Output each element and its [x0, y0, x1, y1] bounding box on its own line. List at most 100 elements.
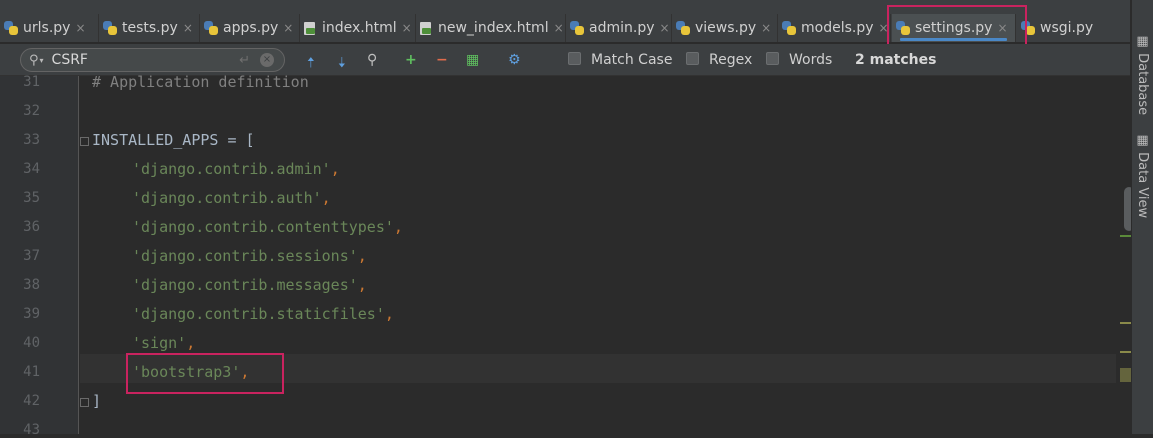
- find-bar: ⚲ ▾ CSRF ↵ × 🠡 🠣 ⚲ + − ▦ ⚙ Match Case Re…: [0, 44, 1130, 76]
- tab-admin-py[interactable]: admin.py ×: [566, 14, 672, 42]
- tab-apps-py[interactable]: apps.py ×: [200, 14, 300, 42]
- select-all-occurrences-icon[interactable]: ▦: [466, 52, 479, 68]
- python-file-icon: [676, 21, 690, 35]
- bootstrap3-highlight: [126, 353, 284, 394]
- code-line[interactable]: 'django.contrib.auth',: [132, 189, 331, 207]
- tab-label: index.html: [322, 20, 397, 36]
- line-number: 38: [23, 277, 40, 293]
- line-number: 41: [23, 364, 40, 380]
- comma: ,: [321, 189, 331, 207]
- data-view-tool-tab[interactable]: ▦ Data View: [1135, 133, 1150, 218]
- comma: ,: [384, 305, 394, 323]
- data-view-icon: ▦: [1135, 133, 1150, 153]
- html-file-icon: [304, 21, 316, 35]
- close-icon[interactable]: ×: [554, 21, 564, 35]
- tab-urls-py[interactable]: urls.py ×: [0, 14, 99, 42]
- string-literal: 'django.contrib.messages': [132, 276, 358, 294]
- line-number: 43: [23, 422, 40, 438]
- clear-search-icon[interactable]: ×: [260, 53, 274, 67]
- string-literal: 'django.contrib.auth': [132, 189, 322, 207]
- tab-new-index-html[interactable]: new_index.html ×: [416, 14, 566, 42]
- string-literal: 'django.contrib.admin': [132, 160, 331, 178]
- fold-marker-icon[interactable]: [80, 137, 89, 146]
- match-case-checkbox[interactable]: [568, 52, 581, 65]
- line-number: 33: [23, 132, 40, 148]
- tab-label: tests.py: [122, 20, 178, 36]
- database-label: Database: [1135, 53, 1150, 116]
- tab-tests-py[interactable]: tests.py ×: [99, 14, 200, 42]
- tab-label: models.py: [801, 20, 874, 36]
- line-number: 40: [23, 335, 40, 351]
- comma: ,: [357, 276, 367, 294]
- remove-selection-icon[interactable]: −: [436, 52, 448, 68]
- close-icon[interactable]: ×: [283, 21, 293, 35]
- code-line[interactable]: 'django.contrib.contenttypes',: [132, 218, 403, 236]
- close-icon[interactable]: ×: [761, 21, 771, 35]
- line-number: 32: [23, 103, 40, 119]
- line-number: 31: [23, 74, 40, 90]
- tab-index-html[interactable]: index.html ×: [300, 14, 416, 42]
- line-number: 42: [23, 393, 40, 409]
- fold-marker-icon[interactable]: [80, 398, 89, 407]
- tab-label: urls.py: [23, 20, 71, 36]
- close-icon[interactable]: ×: [660, 21, 670, 35]
- comma: ,: [186, 334, 196, 352]
- words-label[interactable]: Words: [789, 52, 832, 68]
- line-number: 36: [23, 219, 40, 235]
- python-file-icon: [782, 21, 796, 35]
- regex-checkbox[interactable]: [686, 52, 699, 65]
- code-line[interactable]: 'sign',: [132, 334, 195, 352]
- regex-label[interactable]: Regex: [709, 52, 752, 68]
- python-file-icon: [4, 21, 18, 35]
- tab-label: apps.py: [223, 20, 279, 36]
- filter-settings-icon[interactable]: ⚙: [508, 52, 521, 68]
- tab-models-py[interactable]: models.py ×: [778, 14, 891, 42]
- add-selection-icon[interactable]: +: [405, 52, 417, 68]
- string-literal: 'django.contrib.contenttypes': [132, 218, 394, 236]
- words-checkbox[interactable]: [766, 52, 779, 65]
- match-count: 2 matches: [855, 52, 937, 68]
- match-case-label[interactable]: Match Case: [591, 52, 672, 68]
- code-line[interactable]: 'django.contrib.staticfiles',: [132, 305, 394, 323]
- close-icon[interactable]: ×: [402, 21, 412, 35]
- gutter-divider: [78, 76, 79, 434]
- code-line[interactable]: 'django.contrib.sessions',: [132, 247, 367, 265]
- comma: ,: [393, 218, 403, 236]
- tab-wsgi-py[interactable]: wsgi.py: [1017, 14, 1130, 42]
- settings-tab-highlight: [887, 5, 1027, 47]
- tab-label: admin.py: [589, 20, 655, 36]
- database-icon: ▦: [1135, 34, 1150, 54]
- next-occurrence-icon[interactable]: 🠣: [338, 52, 346, 76]
- close-icon[interactable]: ×: [75, 21, 85, 35]
- right-tool-strip: ▦ Database ▦ Data View: [1131, 0, 1153, 434]
- line-number: 39: [23, 306, 40, 322]
- enter-icon: ↵: [239, 52, 250, 68]
- code-line[interactable]: ]: [92, 392, 101, 410]
- string-literal: 'django.contrib.staticfiles': [132, 305, 385, 323]
- code-line[interactable]: 'django.contrib.admin',: [132, 160, 340, 178]
- string-literal: 'sign': [132, 334, 187, 352]
- search-input[interactable]: ⚲ ▾ CSRF ↵ ×: [20, 48, 285, 72]
- close-icon[interactable]: ×: [183, 21, 193, 35]
- line-number: 34: [23, 161, 40, 177]
- python-file-icon: [570, 21, 584, 35]
- python-file-icon: [204, 21, 218, 35]
- python-file-icon: [103, 21, 117, 35]
- line-number: 37: [23, 248, 40, 264]
- comma: ,: [357, 247, 367, 265]
- search-icon[interactable]: ⚲: [29, 53, 39, 68]
- find-all-occurrences-icon[interactable]: ⚲: [367, 52, 377, 68]
- string-literal: 'django.contrib.sessions': [132, 247, 358, 265]
- data-view-label: Data View: [1135, 152, 1150, 219]
- database-tool-tab[interactable]: ▦ Database: [1135, 34, 1150, 115]
- chevron-down-icon[interactable]: ▾: [40, 56, 44, 65]
- comma: ,: [330, 160, 340, 178]
- code-line[interactable]: 'django.contrib.messages',: [132, 276, 367, 294]
- tab-label: new_index.html: [438, 20, 549, 36]
- tab-views-py[interactable]: views.py ×: [672, 14, 778, 42]
- html-file-icon: [420, 21, 432, 35]
- tab-label: wsgi.py: [1040, 20, 1094, 36]
- code-line[interactable]: INSTALLED_APPS = [: [92, 131, 255, 149]
- code-comment[interactable]: # Application definition: [92, 73, 309, 91]
- search-query[interactable]: CSRF: [52, 52, 88, 68]
